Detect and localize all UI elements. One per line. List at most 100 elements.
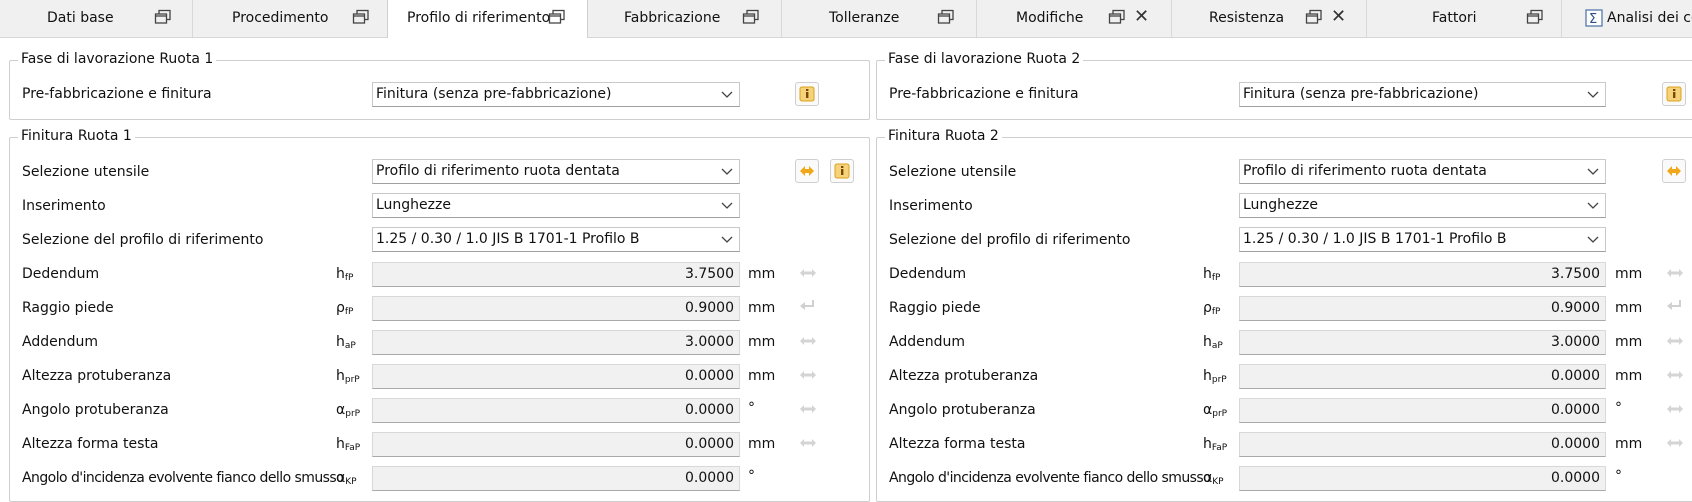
- tab-label: Resistenza: [1209, 10, 1285, 26]
- symbol-subscript: prP: [1212, 409, 1228, 419]
- undock-icon[interactable]: [548, 9, 566, 25]
- symbol-subscript: aP: [1211, 341, 1223, 351]
- undock-icon[interactable]: [352, 9, 370, 25]
- dedendum-field-wheel-2[interactable]: 3.7500: [1239, 262, 1606, 287]
- root-radius-field-wheel-1[interactable]: 0.9000: [372, 296, 740, 321]
- tool-selection-label: Selezione utensile: [889, 164, 1017, 180]
- symbol-base: h: [1203, 334, 1212, 350]
- undock-icon[interactable]: [154, 9, 172, 25]
- tab-analisi[interactable]: Σ Analisi dei con: [1561, 0, 1692, 37]
- return-arrow-icon[interactable]: [1666, 299, 1684, 313]
- root-radius-field-wheel-2[interactable]: 0.9000: [1239, 296, 1606, 321]
- reference-profile-select-wheel-2[interactable]: 1.25 / 0.30 / 1.0 JIS B 1701-1 Profilo B: [1239, 227, 1606, 252]
- symbol: haP: [1203, 334, 1223, 351]
- field-value: 0.9000: [685, 300, 734, 316]
- transfer-button[interactable]: [795, 159, 819, 183]
- pre-fabrication-label: Pre-fabbricazione e finitura: [889, 86, 1079, 102]
- symbol-subscript: aP: [344, 341, 356, 351]
- group-title: Finitura Ruota 2: [885, 128, 1002, 144]
- swap-arrow-icon[interactable]: [799, 402, 817, 416]
- info-button[interactable]: [795, 82, 819, 106]
- tab-label: Dati base: [47, 10, 114, 26]
- return-arrow-icon[interactable]: [799, 299, 817, 313]
- swap-arrow-icon[interactable]: [799, 266, 817, 280]
- swap-arrow-icon[interactable]: [1666, 402, 1684, 416]
- swap-arrow-icon: [800, 166, 814, 176]
- transfer-button[interactable]: [1662, 159, 1686, 183]
- tab-resistenza[interactable]: Resistenza ✕: [1171, 0, 1367, 37]
- tab-dati-base[interactable]: Dati base: [0, 0, 193, 37]
- swap-arrow-icon[interactable]: [799, 334, 817, 348]
- protuberance-angle-field-wheel-2[interactable]: 0.0000: [1239, 398, 1606, 423]
- select-value: Lunghezze: [376, 197, 451, 213]
- select-value: Finitura (senza pre-fabbricazione): [376, 86, 612, 102]
- symbol-base: h: [1203, 368, 1212, 384]
- addendum-field-wheel-1[interactable]: 3.0000: [372, 330, 740, 355]
- swap-arrow-icon[interactable]: [799, 436, 817, 450]
- symbol-subscript: fP: [1211, 273, 1221, 283]
- dedendum-label: Dedendum: [22, 266, 100, 282]
- unit-label: °: [748, 400, 755, 416]
- chamfer-flank-angle-field-wheel-2[interactable]: 0.0000: [1239, 466, 1606, 491]
- protuberance-angle-field-wheel-1[interactable]: 0.0000: [372, 398, 740, 423]
- tab-fattori[interactable]: Fattori: [1366, 0, 1562, 37]
- tab-profilo-di-riferimento[interactable]: Profilo di riferimento: [387, 0, 588, 38]
- symbol: hprP: [1203, 368, 1227, 385]
- info-button[interactable]: [830, 159, 854, 183]
- reference-profile-select-wheel-1[interactable]: 1.25 / 0.30 / 1.0 JIS B 1701-1 Profilo B: [372, 227, 740, 252]
- tab-fabbricazione[interactable]: Fabbricazione: [586, 0, 782, 37]
- tab-tolleranze[interactable]: Tolleranze: [781, 0, 977, 37]
- reference-profile-label: Selezione del profilo di riferimento: [889, 232, 1131, 248]
- pre-fabrication-label: Pre-fabbricazione e finitura: [22, 86, 212, 102]
- protuberance-height-label: Altezza protuberanza: [889, 368, 1039, 384]
- tool-selection-select-wheel-2[interactable]: Profilo di riferimento ruota dentata: [1239, 159, 1606, 184]
- symbol-base: h: [1203, 266, 1212, 282]
- chevron-down-icon: [1587, 236, 1599, 243]
- close-icon[interactable]: ✕: [1134, 8, 1149, 26]
- swap-arrow-icon[interactable]: [1666, 436, 1684, 450]
- input-mode-select-wheel-1[interactable]: Lunghezze: [372, 193, 740, 218]
- tab-label: Modifiche: [1016, 10, 1084, 26]
- unit-label: mm: [1615, 436, 1643, 452]
- chevron-down-icon: [721, 236, 733, 243]
- protuberance-angle-label: Angolo protuberanza: [22, 402, 169, 418]
- swap-arrow-icon[interactable]: [1666, 266, 1684, 280]
- tab-modifiche[interactable]: Modifiche ✕: [976, 0, 1172, 37]
- tab-label: Fattori: [1432, 10, 1477, 26]
- protuberance-height-field-wheel-1[interactable]: 0.0000: [372, 364, 740, 389]
- info-button[interactable]: [1662, 82, 1686, 106]
- field-value: 3.7500: [685, 266, 734, 282]
- dedendum-field-wheel-1[interactable]: 3.7500: [372, 262, 740, 287]
- addendum-label: Addendum: [22, 334, 98, 350]
- swap-arrow-icon[interactable]: [1666, 368, 1684, 382]
- tip-form-height-field-wheel-1[interactable]: 0.0000: [372, 432, 740, 457]
- field-value: 0.0000: [685, 368, 734, 384]
- symbol: hFaP: [1203, 436, 1227, 453]
- chamfer-flank-angle-field-wheel-1[interactable]: 0.0000: [372, 466, 740, 491]
- symbol-subscript: prP: [344, 375, 360, 385]
- tip-form-height-field-wheel-2[interactable]: 0.0000: [1239, 432, 1606, 457]
- field-value: 3.7500: [1551, 266, 1600, 282]
- protuberance-height-field-wheel-2[interactable]: 0.0000: [1239, 364, 1606, 389]
- symbol: hFaP: [336, 436, 360, 453]
- protuberance-height-label: Altezza protuberanza: [22, 368, 172, 384]
- tab-procedimento[interactable]: Procedimento: [192, 0, 388, 37]
- undock-icon[interactable]: [1305, 9, 1323, 25]
- symbol: ρfP: [336, 300, 354, 317]
- undock-icon[interactable]: [1526, 9, 1544, 25]
- tool-selection-select-wheel-1[interactable]: Profilo di riferimento ruota dentata: [372, 159, 740, 184]
- symbol-subscript: prP: [1211, 375, 1227, 385]
- addendum-field-wheel-2[interactable]: 3.0000: [1239, 330, 1606, 355]
- tab-label: Tolleranze: [829, 10, 900, 26]
- input-mode-select-wheel-2[interactable]: Lunghezze: [1239, 193, 1606, 218]
- undock-icon[interactable]: [937, 9, 955, 25]
- close-icon[interactable]: ✕: [1331, 8, 1346, 26]
- swap-arrow-icon[interactable]: [799, 368, 817, 382]
- root-radius-label: Raggio piede: [889, 300, 981, 316]
- undock-icon[interactable]: [1108, 9, 1126, 25]
- undock-icon[interactable]: [742, 9, 760, 25]
- field-value: 0.9000: [1551, 300, 1600, 316]
- swap-arrow-icon[interactable]: [1666, 334, 1684, 348]
- pre-fabrication-select-wheel-1[interactable]: Finitura (senza pre-fabbricazione): [372, 82, 740, 107]
- pre-fabrication-select-wheel-2[interactable]: Finitura (senza pre-fabbricazione): [1239, 82, 1606, 107]
